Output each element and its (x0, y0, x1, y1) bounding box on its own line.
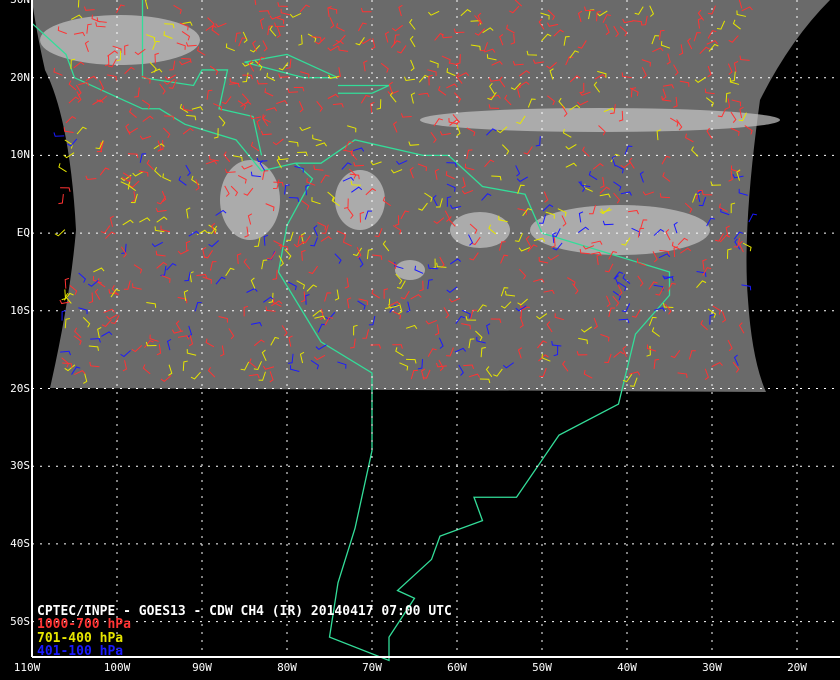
lat-label: EQ (16, 226, 30, 240)
wind-barb (58, 194, 64, 205)
lon-label: 70W (362, 661, 382, 674)
lon-label: 20W (787, 661, 807, 674)
lon-label: 100W (103, 661, 131, 674)
cloud (420, 108, 780, 132)
lon-label: 90W (192, 661, 212, 674)
lat-label: 30N (2, 0, 30, 6)
wind-barb (58, 163, 67, 173)
cloud (530, 205, 710, 255)
lat-label: 20N (10, 70, 30, 84)
lon-label: 60W (447, 661, 467, 674)
lat-label: 40S (10, 536, 30, 550)
cloud (395, 260, 425, 280)
legend-low-level: 1000-700 hPa (37, 617, 131, 632)
lon-label: 110W (13, 661, 41, 674)
wind-barb (60, 187, 71, 192)
wind-barb (748, 213, 758, 223)
lat-label: 30S (10, 459, 30, 473)
lat-label: 10N (10, 148, 30, 162)
wind-barb (53, 132, 65, 137)
wind-barb (64, 277, 70, 289)
lon-label: 30W (702, 661, 722, 674)
legend-high-level: 401-100 hPa (37, 644, 124, 659)
lon-label: 80W (277, 661, 297, 674)
wind-barb (61, 289, 66, 301)
lat-label: 50S (10, 614, 30, 628)
lon-label: 50W (532, 661, 552, 674)
lat-label: 20S (10, 381, 30, 395)
map-canvas (31, 0, 840, 662)
wind-map: 30N 20N 10N EQ 10S 20S 30S 40S 50S 110W 100W 90W 80… (0, 0, 840, 680)
lon-label: 40W (617, 661, 637, 674)
lat-label: 10S (10, 303, 30, 317)
